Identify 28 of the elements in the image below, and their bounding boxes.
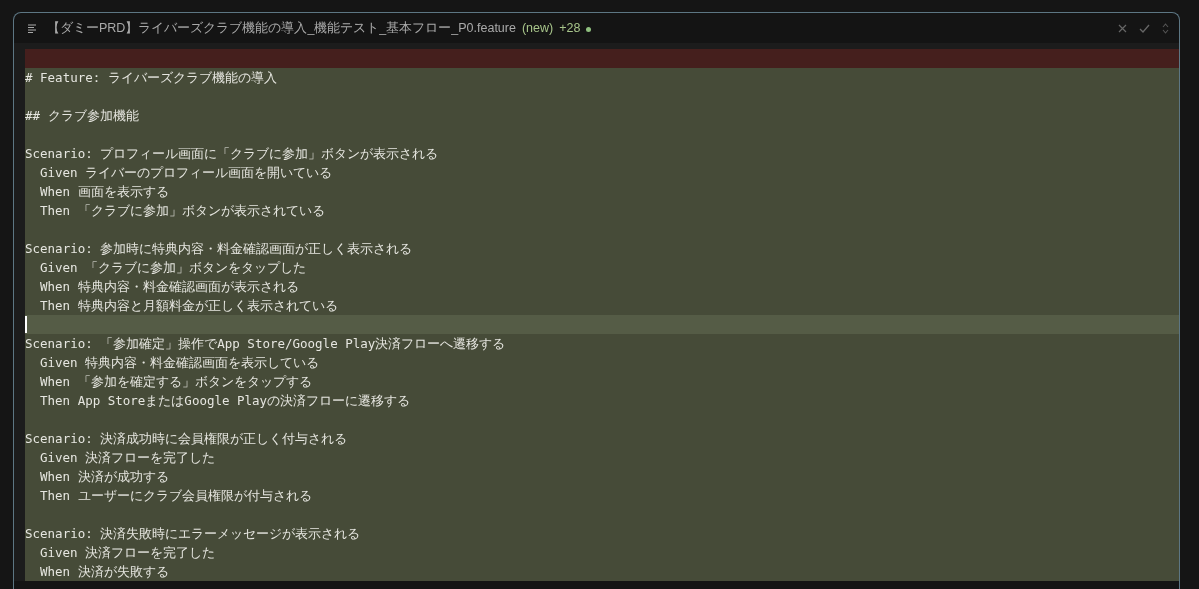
close-icon[interactable] bbox=[1118, 23, 1127, 33]
code-line: # Feature: ライバーズクラブ機能の導入 bbox=[25, 69, 277, 87]
code-line: Then ユーザーにクラブ会員権限が付与される bbox=[39, 487, 312, 505]
menu-icon[interactable] bbox=[28, 23, 37, 33]
code-line: When 画面を表示する bbox=[39, 183, 169, 201]
added-count: +28 bbox=[559, 21, 581, 35]
code-line: Given ライバーのプロフィール画面を開いている bbox=[39, 164, 333, 182]
file-title: 【ダミーPRD】ライバーズクラブ機能の導入_機能テスト_基本フロー_P0.feature bbox=[47, 19, 516, 37]
code-line: Then 特典内容と月額料金が正しく表示されている bbox=[39, 297, 338, 315]
code-line: Scenario: プロフィール画面に「クラブに参加」ボタンが表示される bbox=[25, 145, 439, 163]
checkmark-icon[interactable] bbox=[1139, 23, 1150, 33]
code-line: Scenario: 決済成功時に会員権限が正しく付与される bbox=[25, 430, 348, 448]
code-line: Given 特典内容・料金確認画面を表示している bbox=[39, 354, 320, 372]
code-line: When 決済が失敗する bbox=[39, 563, 169, 581]
code-line: When 決済が成功する bbox=[39, 468, 169, 486]
code-line: Given 「クラブに参加」ボタンをタップした bbox=[39, 259, 307, 277]
code-line: When 特典内容・料金確認画面が表示される bbox=[39, 278, 299, 296]
code-line: Given 決済フローを完了した bbox=[39, 449, 216, 467]
code-line: Then App StoreまたはGoogle Playの決済フローに遷移する bbox=[39, 392, 411, 410]
code-line: ## クラブ参加機能 bbox=[25, 107, 139, 125]
code-line: Then 「クラブに参加」ボタンが表示されている bbox=[39, 202, 325, 220]
code-line: When 「参加を確定する」ボタンをタップする bbox=[39, 373, 312, 391]
code-line: Given 決済フローを完了した bbox=[39, 544, 216, 562]
file-status: (new) bbox=[521, 21, 554, 35]
code-line: Scenario: 決済失敗時にエラーメッセージが表示される bbox=[25, 525, 361, 543]
code-line: Scenario: 「参加確定」操作でApp Store/Google Play決済フローへ遷移する bbox=[25, 335, 506, 353]
code-line: Scenario: 参加時に特典内容・料金確認画面が正しく表示される bbox=[25, 240, 413, 258]
up-down-chevron-icon[interactable] bbox=[1162, 22, 1169, 34]
